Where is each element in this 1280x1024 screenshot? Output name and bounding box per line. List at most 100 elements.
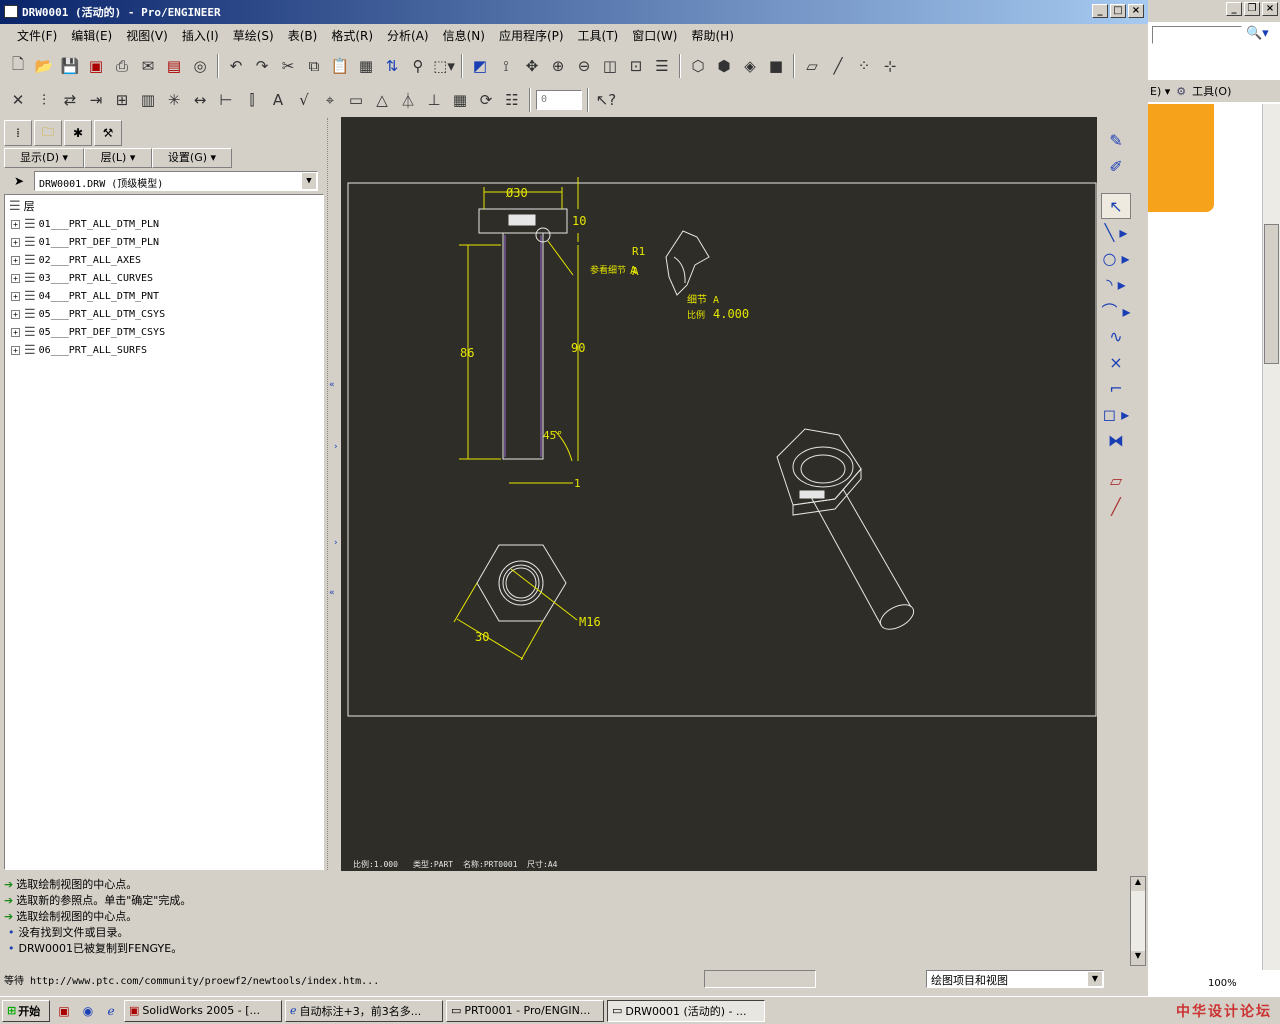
copy-icon[interactable]: ⧉ (302, 54, 326, 78)
expand-icon[interactable]: + (11, 309, 20, 319)
parallelogram-tool-icon[interactable]: ▱ (1101, 467, 1131, 493)
task-drw0001[interactable]: ▭ DRW0001 (活动的) - ... (607, 999, 765, 1022)
edit-sketch-icon[interactable]: ✎ (1101, 127, 1131, 153)
layer-item[interactable]: + ☰ 06___PRT_ALL_SURFS (5, 341, 323, 359)
sketch-params-icon[interactable]: ✐ (1101, 153, 1131, 179)
quicklaunch-ie-icon[interactable]: ℯ (101, 1004, 121, 1018)
layer-item[interactable]: + ☰ 01___PRT_DEF_DTM_PLN (5, 233, 323, 251)
layers-icon[interactable]: ☰ (650, 54, 674, 78)
spin-value-input[interactable]: 0 (536, 90, 582, 110)
no-hidden-icon[interactable]: ◈ (738, 54, 762, 78)
open-icon[interactable]: 📂 (32, 54, 56, 78)
layer-menu[interactable]: 层(L) ▾ (84, 148, 152, 168)
hidden-line-icon[interactable]: ⬢ (712, 54, 736, 78)
layer-item[interactable]: + ☰ 02___PRT_ALL_AXES (5, 251, 323, 269)
connections-tab-icon[interactable]: ⚒ (94, 120, 122, 146)
flip-arrows-icon[interactable]: ⇄ (58, 88, 82, 112)
bg-restore-button[interactable]: ❐ (1244, 2, 1260, 16)
expand-icon[interactable]: + (11, 291, 20, 301)
menu-analysis[interactable]: 分析(A) (380, 27, 436, 44)
chevron-down-icon[interactable]: ▼ (302, 173, 316, 189)
select-pointer-icon[interactable]: ↖ (1101, 193, 1131, 219)
datum-points-icon[interactable]: ⁘ (852, 54, 876, 78)
expand-icon[interactable]: + (11, 327, 20, 337)
hole-table-icon[interactable]: ⊥ (422, 88, 446, 112)
menu-view[interactable]: 视图(V) (119, 27, 175, 44)
bg-tools-menu[interactable]: 工具(O) (1192, 83, 1231, 99)
layer-item[interactable]: + ☰ 05___PRT_DEF_DTM_CSYS (5, 323, 323, 341)
bg-minimize-button[interactable]: _ (1226, 2, 1242, 16)
menu-help[interactable]: 帮助(H) (684, 27, 740, 44)
construction-line-icon[interactable]: ╱ (1101, 493, 1131, 519)
menu-edit[interactable]: 编辑(E) (64, 27, 119, 44)
refit-icon[interactable]: ◫ (598, 54, 622, 78)
ordinate-icon[interactable]: ⊢ (214, 88, 238, 112)
select-arrow-icon[interactable]: ➤ (4, 174, 34, 188)
menu-window[interactable]: 窗口(W) (625, 27, 684, 44)
baseline-icon[interactable]: ⫿ (240, 88, 264, 112)
mail-attach-icon[interactable]: ◎ (188, 54, 212, 78)
task-solidworks[interactable]: ▣ SolidWorks 2005 - [... (124, 999, 282, 1022)
fillet-tool-icon[interactable]: ⌒ ▸ (1101, 297, 1131, 323)
save-copy-icon[interactable]: ▣ (84, 54, 108, 78)
bg-address-input[interactable] (1152, 26, 1242, 44)
menu-applications[interactable]: 应用程序(P) (492, 27, 571, 44)
expand-icon[interactable]: + (11, 255, 20, 265)
task-browser[interactable]: ℯ 自动标注+3，前3名多... (285, 999, 443, 1022)
table-icon[interactable]: ▦ (448, 88, 472, 112)
close-button[interactable]: × (1128, 4, 1144, 18)
bom-balloon-icon[interactable]: ☷ (500, 88, 524, 112)
new-dimension-icon[interactable]: ↔ (188, 88, 212, 112)
symbol-icon[interactable]: △ (370, 88, 394, 112)
expand-icon[interactable]: + (11, 237, 20, 247)
maximize-button[interactable]: □ (1110, 4, 1126, 18)
panel-splitter[interactable]: « › › « (327, 118, 339, 870)
collapse-left-icon-2[interactable]: « (329, 588, 335, 598)
minimize-button[interactable]: _ (1092, 4, 1108, 18)
bg-close-button[interactable]: × (1262, 2, 1278, 16)
datum-planes-icon[interactable]: ▱ (800, 54, 824, 78)
layer-tree-root[interactable]: ☰ 层 (5, 197, 323, 215)
move-to-view-icon[interactable]: ⇥ (84, 88, 108, 112)
start-button[interactable]: ⊞ 开始 (2, 999, 50, 1022)
layer-item[interactable]: + ☰ 01___PRT_ALL_DTM_PLN (5, 215, 323, 233)
model-select-dropdown[interactable]: DRW0001.DRW (顶级模型) ▼ (34, 171, 318, 191)
zoom-in-icon[interactable]: ⊕ (546, 54, 570, 78)
bg-search-icon[interactable]: 🔍▾ (1246, 26, 1276, 44)
spline-tool-icon[interactable]: ∿ (1101, 323, 1131, 349)
favorites-tab-icon[interactable]: ✱ (64, 120, 92, 146)
menu-insert[interactable]: 插入(I) (175, 27, 226, 44)
context-help-icon[interactable]: ↖? (594, 88, 618, 112)
repaint-icon[interactable]: ◩ (468, 54, 492, 78)
menu-info[interactable]: 信息(N) (436, 27, 492, 44)
datum-axes-icon[interactable]: ╱ (826, 54, 850, 78)
scroll-down-icon[interactable]: ▼ (1131, 951, 1145, 965)
scroll-up-icon[interactable]: ▲ (1131, 877, 1145, 891)
dimension-grid-icon[interactable]: ▥ (136, 88, 160, 112)
selection-filter-dropdown[interactable]: 绘图项目和视图 ▼ (926, 970, 1104, 988)
expand-icon[interactable]: + (11, 219, 20, 229)
bg-scrollbar[interactable] (1262, 104, 1280, 970)
line-tool-icon[interactable]: ╲ ▸ (1101, 219, 1131, 245)
folder-tab-icon[interactable]: 🗀 (34, 120, 62, 146)
zoom-out-icon[interactable]: ⊖ (572, 54, 596, 78)
note-icon[interactable]: A (266, 88, 290, 112)
drawing-canvas[interactable]: Ø30 10 86 90 45° 1 参看细节 A R1 A 细节 A 比例 4… (341, 117, 1097, 871)
regenerate-icon[interactable]: ⇅ (380, 54, 404, 78)
menu-format[interactable]: 格式(R) (324, 27, 380, 44)
layer-item[interactable]: + ☰ 03___PRT_ALL_CURVES (5, 269, 323, 287)
bg-menu-suffix[interactable]: E) ▾ (1150, 85, 1170, 98)
repeat-region-icon[interactable]: ⟳ (474, 88, 498, 112)
geom-tol-icon[interactable]: ⌖ (318, 88, 342, 112)
surface-finish-icon[interactable]: √ (292, 88, 316, 112)
task-prt0001[interactable]: ▭ PRT0001 - Pro/ENGIN... (446, 999, 604, 1022)
delete-icon[interactable]: ✕ (6, 88, 30, 112)
point-tool-icon[interactable]: × (1101, 349, 1131, 375)
pdf-icon[interactable]: ▤ (162, 54, 186, 78)
csys-icon[interactable]: ⊹ (878, 54, 902, 78)
model-tree-tab-icon[interactable]: ⁞ (4, 120, 32, 146)
saved-views-icon[interactable]: ⊡ (624, 54, 648, 78)
mirror-tool-icon[interactable]: ⧓ (1101, 427, 1131, 453)
orient-icon[interactable]: ✥ (520, 54, 544, 78)
offset-tool-icon[interactable]: ◻ ▸ (1101, 401, 1131, 427)
